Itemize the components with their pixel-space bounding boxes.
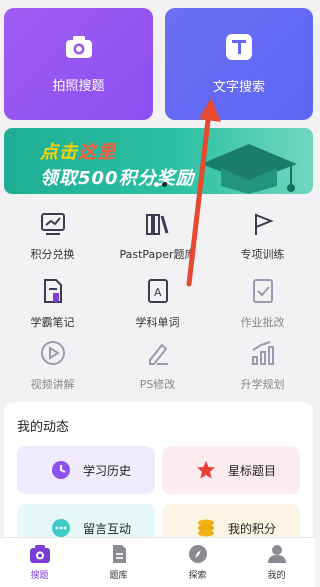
text-search-card[interactable]: 文字搜索 xyxy=(165,8,313,120)
graduation-cap-icon xyxy=(201,144,297,194)
banner-page-dot xyxy=(162,182,167,187)
compass-icon xyxy=(188,545,207,563)
tile-label: 星标题目 xyxy=(228,463,277,478)
banner-line1: 点击这里 xyxy=(40,142,116,163)
profile-icon xyxy=(267,545,286,563)
grid-item-video-explanation[interactable]: 视频讲解 xyxy=(0,340,105,392)
grid-item-ps-edit[interactable]: PS修改 xyxy=(105,340,210,392)
tile-label: 学习历史 xyxy=(83,463,132,478)
banner-line2: 领取500积分奖励 xyxy=(40,168,195,189)
edit-pen-icon xyxy=(148,343,168,365)
banner-page-dot xyxy=(154,182,159,187)
text-search-label: 文字搜索 xyxy=(212,79,265,95)
photo-search-label: 拍照搜题 xyxy=(52,78,105,94)
promo-banner[interactable]: 点击这里 领取500积分奖励 xyxy=(4,128,313,194)
tile-label: 我的积分 xyxy=(228,521,277,536)
checklist-icon xyxy=(252,279,273,303)
tile-label: 留言互动 xyxy=(83,521,132,536)
chart-board-icon xyxy=(40,213,65,235)
tab-label: 探索 xyxy=(188,571,207,581)
tab-label: 题库 xyxy=(109,571,128,581)
clock-icon xyxy=(52,461,70,479)
grid-item-homework-correction[interactable]: 作业批改 xyxy=(210,278,315,330)
grid-item-label: 升学规划 xyxy=(240,378,285,391)
camera-icon xyxy=(29,545,50,563)
star-icon xyxy=(197,461,215,479)
coins-icon xyxy=(198,519,214,537)
grid-item-study-notes[interactable]: 学霸笔记 xyxy=(0,278,105,330)
grid-item-label: 积分兑换 xyxy=(30,248,75,261)
tab-label: 搜题 xyxy=(30,571,49,581)
grid-item-special-training[interactable]: 专项训练 xyxy=(210,212,315,262)
tab-label: 我的 xyxy=(267,571,286,581)
chat-icon xyxy=(52,519,70,537)
grid-item-label: PS修改 xyxy=(139,378,176,391)
grid-item-label: 视频讲解 xyxy=(30,378,75,391)
tab-question-bank[interactable]: 题库 xyxy=(79,544,158,581)
photo-search-card[interactable]: 拍照搜题 xyxy=(4,8,153,120)
text-t-icon xyxy=(226,33,252,60)
grid-item-admission-planning[interactable]: 升学规划 xyxy=(210,340,315,392)
grid-item-points-exchange[interactable]: 积分兑换 xyxy=(0,212,105,262)
tab-search[interactable]: 搜题 xyxy=(0,544,79,581)
books-icon xyxy=(145,214,168,235)
section-title: 我的动态 xyxy=(17,420,70,435)
grid-item-label: PastPaper题库 xyxy=(119,248,196,261)
grid-item-label: 作业批改 xyxy=(240,316,285,329)
grid-item-label: 学霸笔记 xyxy=(30,316,75,329)
notes-icon xyxy=(43,279,62,303)
tab-me[interactable]: 我的 xyxy=(237,544,316,581)
tile-starred-questions[interactable]: 星标题目 xyxy=(162,446,300,494)
dictionary-icon: A xyxy=(147,279,168,303)
flag-icon xyxy=(254,213,274,235)
grid-item-pastpaper[interactable]: PastPaper题库 xyxy=(105,212,210,262)
my-dynamics-section: 我的动态 学习历史 星标题目 留言互动 我的积分 xyxy=(4,402,313,552)
bottom-tab-bar: 搜题 题库 探索 我的 xyxy=(0,537,315,587)
grid-item-label: 学科单词 xyxy=(135,316,180,329)
play-icon xyxy=(40,341,65,365)
camera-icon xyxy=(65,35,92,58)
tile-study-history[interactable]: 学习历史 xyxy=(17,446,155,494)
document-icon xyxy=(112,545,126,563)
svg-text:A: A xyxy=(154,286,162,299)
grid-item-label: 专项训练 xyxy=(240,248,285,261)
growth-chart-icon xyxy=(251,341,274,365)
top-action-cards: 拍照搜题 文字搜索 xyxy=(4,8,313,120)
tab-explore[interactable]: 探索 xyxy=(158,544,237,581)
grid-item-subject-words[interactable]: A 学科单词 xyxy=(105,278,210,330)
